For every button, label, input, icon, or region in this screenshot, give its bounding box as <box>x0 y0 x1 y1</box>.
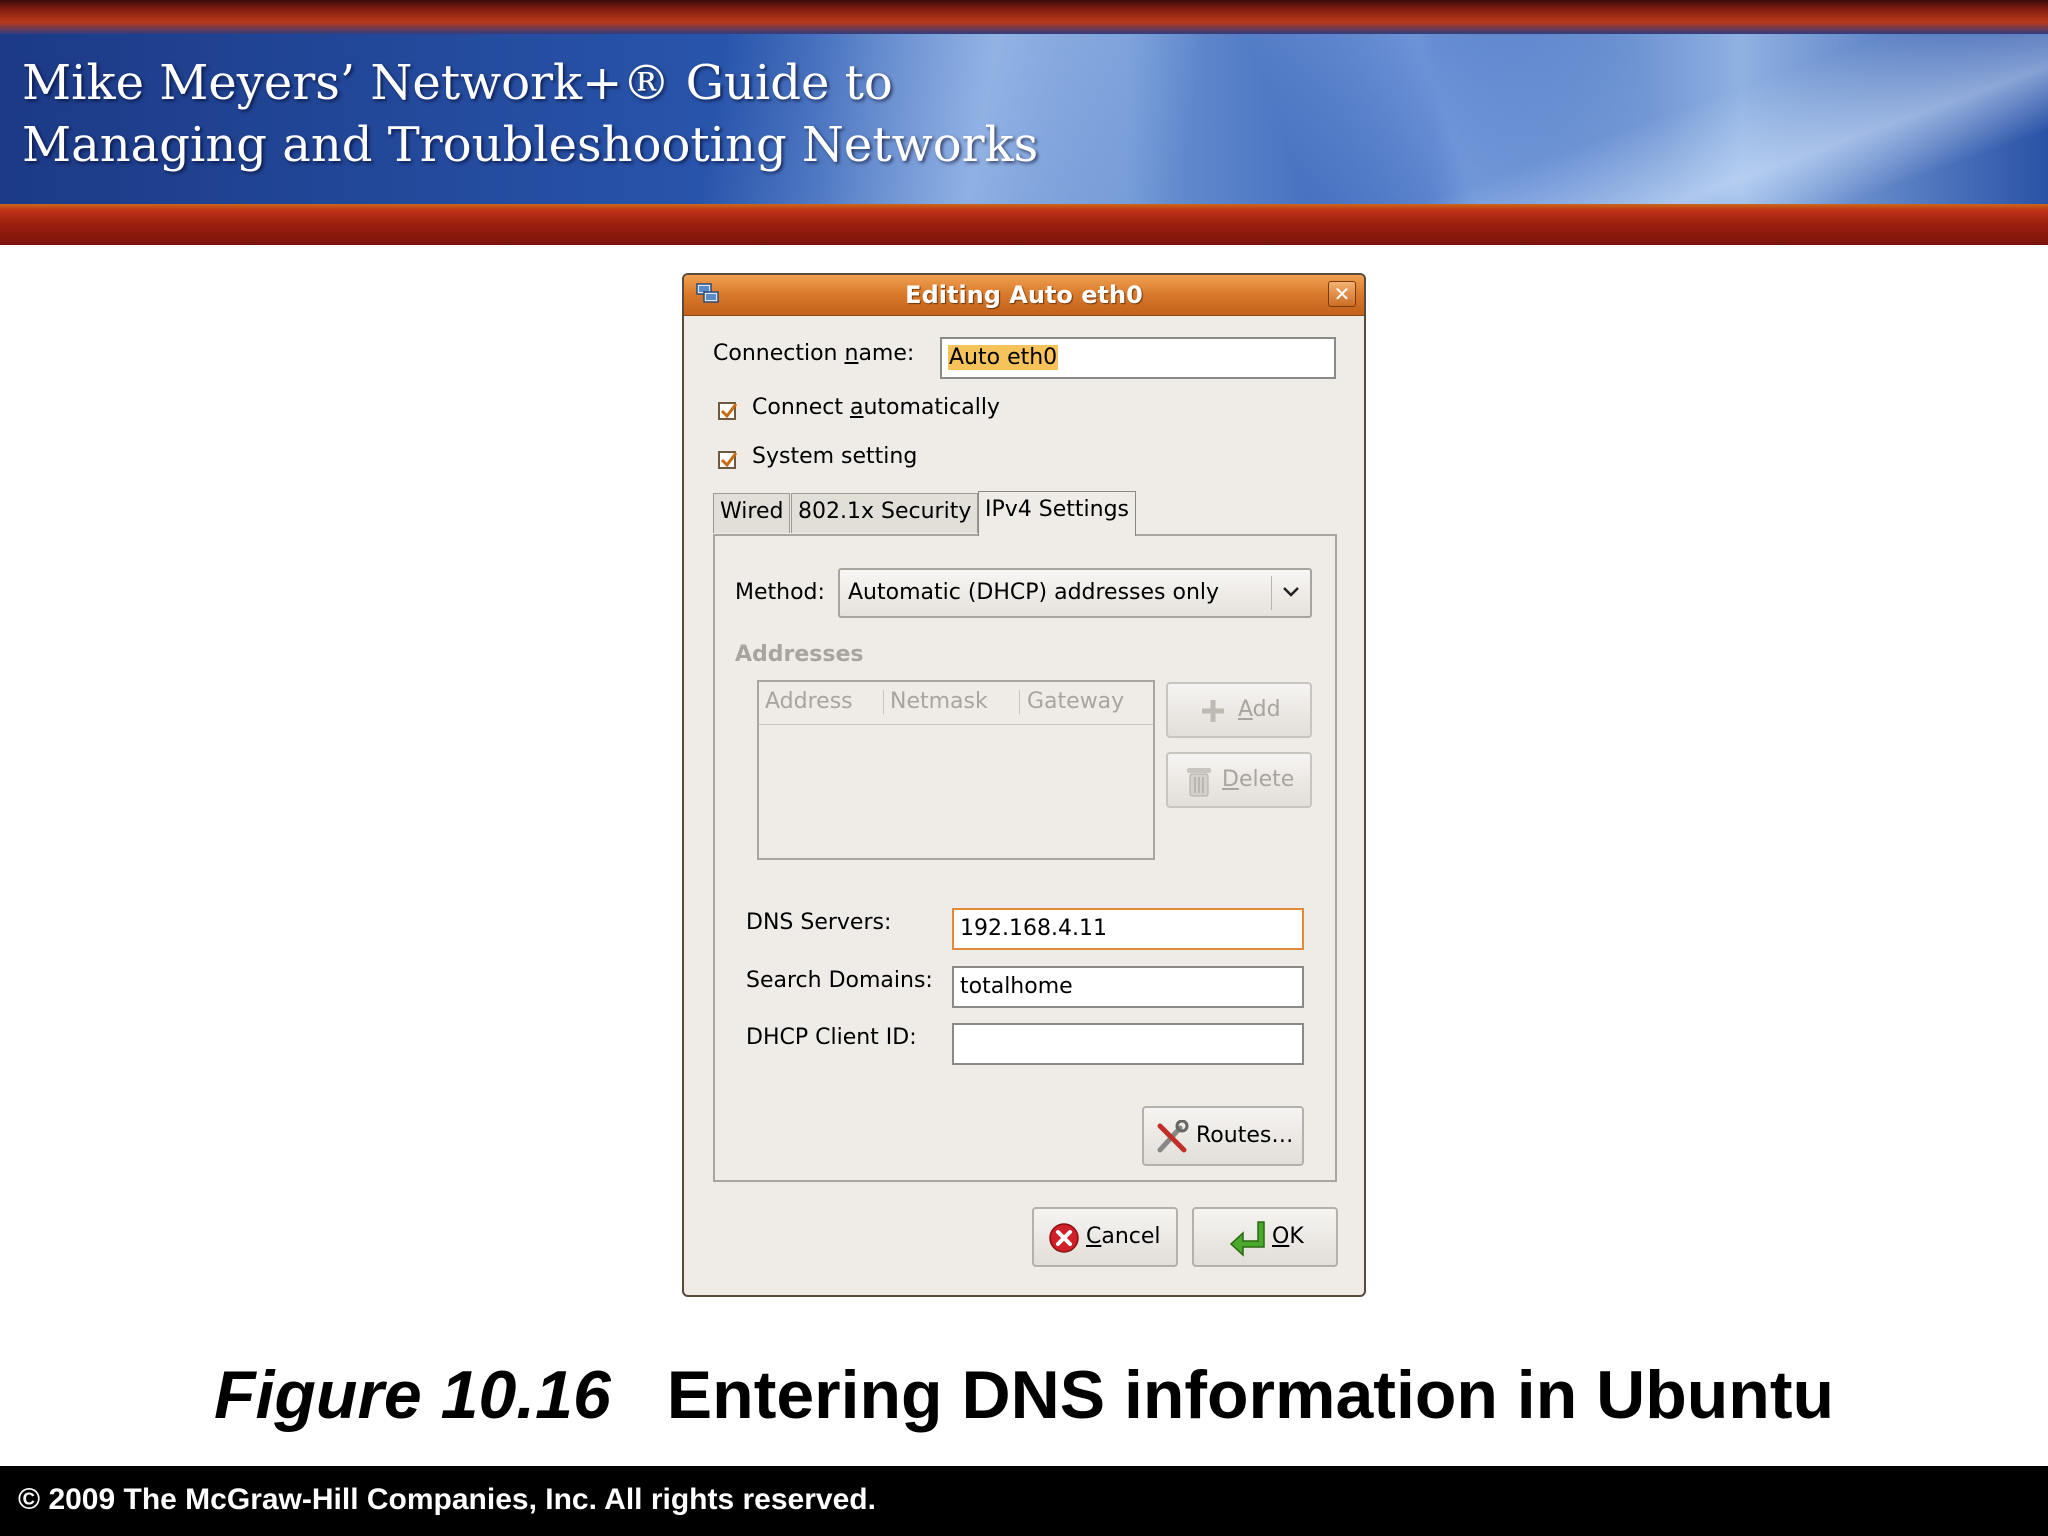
system-setting-label[interactable]: System setting <box>752 442 917 472</box>
connection-name-input[interactable]: Auto eth0 <box>940 337 1336 379</box>
copyright-footer: © 2009 The McGraw-Hill Companies, Inc. A… <box>0 1466 2048 1536</box>
column-address[interactable]: Address <box>765 682 853 722</box>
add-label: Add <box>1238 695 1281 725</box>
mnemonic: A <box>1238 697 1253 722</box>
label-part: elete <box>1238 767 1295 792</box>
delete-label: Delete <box>1222 765 1294 795</box>
label-part: K <box>1289 1224 1304 1249</box>
banner-stripe <box>0 204 2048 245</box>
add-address-button[interactable]: Add <box>1166 682 1312 738</box>
connect-automatically-checkbox[interactable] <box>718 402 738 420</box>
dhcp-client-id-input[interactable] <box>952 1023 1304 1065</box>
cancel-icon <box>1049 1223 1079 1253</box>
column-divider <box>883 690 884 714</box>
enter-arrow-icon <box>1229 1221 1265 1257</box>
dropdown-separator <box>1271 576 1272 610</box>
delete-address-button[interactable]: Delete <box>1166 752 1312 808</box>
column-netmask[interactable]: Netmask <box>890 682 988 722</box>
search-domains-label: Search Domains: <box>746 968 933 993</box>
label-part: Connection <box>713 341 845 366</box>
mnemonic: a <box>849 395 864 420</box>
label-part: ame: <box>858 341 915 366</box>
cancel-label: Cancel <box>1086 1222 1161 1252</box>
label-part: ancel <box>1101 1224 1161 1249</box>
figure-caption: Figure 10.16 Entering DNS information in … <box>0 1350 2048 1440</box>
routes-label: Routes… <box>1196 1123 1294 1148</box>
search-domains-input[interactable]: totalhome <box>952 966 1304 1008</box>
mnemonic: D <box>1222 767 1239 792</box>
method-dropdown[interactable]: Automatic (DHCP) addresses only <box>838 568 1312 618</box>
mnemonic: C <box>1086 1224 1102 1249</box>
dialog-title: Editing Auto eth0 <box>905 281 1143 309</box>
connection-name-value: Auto eth0 <box>948 345 1059 370</box>
mnemonic: O <box>1272 1224 1290 1249</box>
method-value: Automatic (DHCP) addresses only <box>848 580 1220 605</box>
close-icon[interactable]: ✕ <box>1328 281 1356 307</box>
slide-title-line2: Managing and Troubleshooting Networks <box>22 117 1039 173</box>
dns-servers-input[interactable]: 192.168.4.11 <box>952 908 1304 950</box>
slide-banner: Mike Meyers’ Network+® Guide to Managing… <box>0 0 2048 245</box>
addresses-heading: Addresses <box>735 642 864 667</box>
label-part: dd <box>1252 697 1281 722</box>
label-part: utomatically <box>863 395 1000 420</box>
label-part: Connect <box>752 395 850 420</box>
checkmark-icon <box>720 403 738 419</box>
chevron-down-icon <box>1283 587 1299 597</box>
figure-description: Entering DNS information in Ubuntu <box>666 1357 1835 1433</box>
ok-label: OK <box>1272 1222 1304 1252</box>
tools-icon <box>1157 1120 1189 1153</box>
routes-button[interactable]: Routes… <box>1142 1106 1304 1166</box>
figure-number: Figure 10.16 <box>213 1357 611 1433</box>
slide-title-line1: Mike Meyers’ Network+® Guide to <box>22 55 893 111</box>
addresses-list: Address Netmask Gateway <box>757 680 1155 860</box>
addresses-list-header: Address Netmask Gateway <box>759 682 1153 725</box>
tab-wired[interactable]: Wired <box>713 493 791 533</box>
tab-8021x-security[interactable]: 802.1x Security <box>791 493 979 533</box>
column-divider <box>1019 690 1020 714</box>
trash-icon <box>1187 768 1211 797</box>
tab-ipv4-settings[interactable]: IPv4 Settings <box>978 491 1136 536</box>
ok-button[interactable]: OK <box>1192 1207 1338 1267</box>
dns-servers-label: DNS Servers: <box>746 910 892 935</box>
plus-icon <box>1202 700 1224 722</box>
cancel-button[interactable]: Cancel <box>1032 1207 1178 1267</box>
column-gateway[interactable]: Gateway <box>1027 682 1124 722</box>
method-label: Method: <box>735 580 825 605</box>
slide-title: Mike Meyers’ Network+® Guide to Managing… <box>22 52 1038 176</box>
system-setting-checkbox[interactable] <box>718 451 738 469</box>
ipv4-settings-panel: Method: Automatic (DHCP) addresses only … <box>713 534 1337 1182</box>
connect-automatically-label[interactable]: Connect automatically <box>752 393 1000 423</box>
dhcp-client-id-label: DHCP Client ID: <box>746 1025 917 1050</box>
mnemonic: n <box>844 341 859 366</box>
dialog-titlebar[interactable]: Editing Auto eth0 ✕ <box>684 275 1364 316</box>
edit-connection-dialog: Editing Auto eth0 ✕ Connection name: Aut… <box>682 273 1366 1297</box>
checkmark-icon <box>720 452 738 468</box>
copyright-text: © 2009 The McGraw-Hill Companies, Inc. A… <box>18 1483 876 1516</box>
connection-name-label: Connection name: <box>713 339 914 369</box>
